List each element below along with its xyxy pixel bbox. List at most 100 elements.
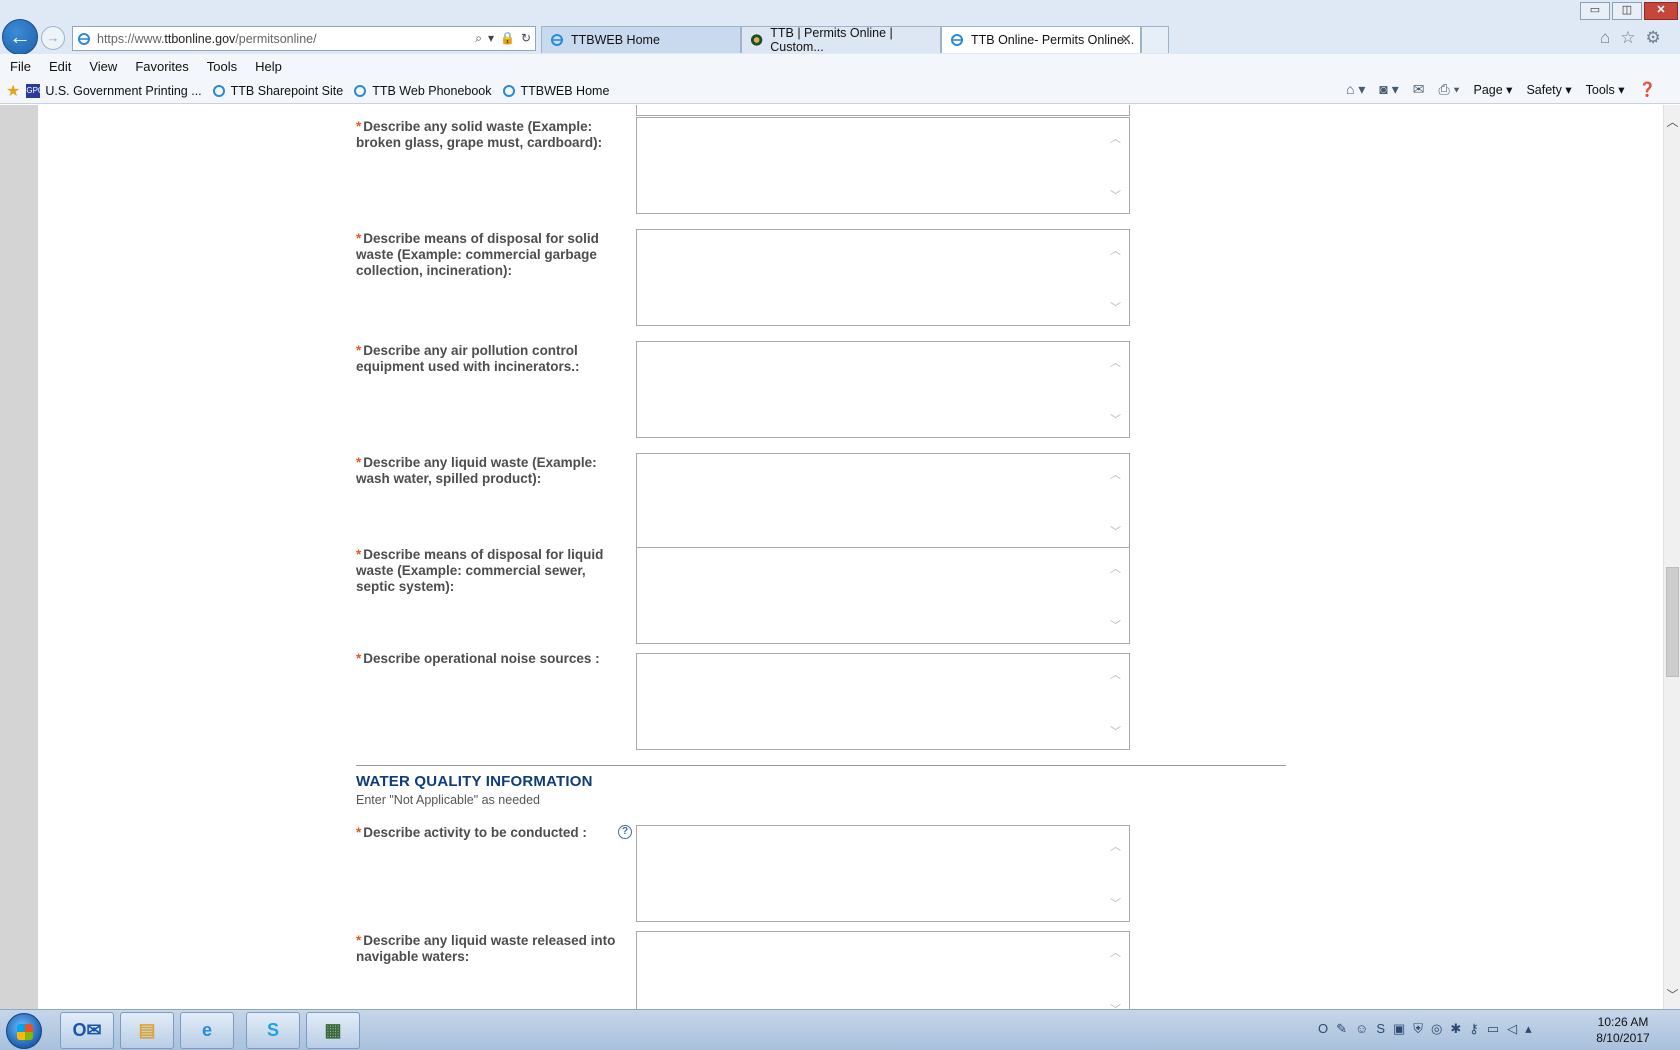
home-icon[interactable]: ⌂: [1600, 28, 1610, 48]
scroll-down-icon[interactable]: ﹀: [1110, 895, 1121, 911]
scroll-up-icon[interactable]: ︿: [1110, 944, 1121, 960]
taskbar-skype[interactable]: S: [246, 1012, 300, 1049]
tab-ttbweb-home[interactable]: TTBWEB Home: [541, 26, 741, 53]
minimize-button[interactable]: ▭: [1580, 2, 1610, 20]
lock-icon[interactable]: 🔒: [500, 31, 515, 46]
scroll-down-arrow-icon[interactable]: ﹀: [1664, 986, 1680, 1003]
scroll-up-icon[interactable]: ︿: [1110, 666, 1121, 682]
menu-tools[interactable]: Tools: [207, 59, 237, 74]
gear-icon[interactable]: ⚙: [1646, 28, 1661, 48]
scroll-down-icon[interactable]: ﹀: [1110, 411, 1121, 427]
refresh-icon[interactable]: ↻: [521, 31, 531, 46]
network-tray-icon[interactable]: ✱: [1450, 1021, 1461, 1037]
skype-icon: S: [266, 1020, 279, 1040]
gpo-logo-icon: GPO: [26, 83, 44, 98]
close-window-button[interactable]: ✕: [1644, 2, 1678, 20]
search-icon[interactable]: ⌕: [475, 31, 482, 46]
field-label-air-pollution: * Describe any air pollution control equi…: [356, 343, 580, 374]
scroll-up-icon[interactable]: ︿: [1110, 838, 1121, 854]
address-bar[interactable]: https://www.ttbonline.gov/permitsonline/…: [72, 26, 536, 51]
taskbar-file-explorer[interactable]: ▤: [120, 1012, 174, 1049]
textarea-solid-waste-disposal[interactable]: ︿ ﹀: [636, 229, 1130, 326]
menu-file[interactable]: File: [10, 59, 31, 74]
user-tray-icon[interactable]: ☺: [1355, 1021, 1368, 1037]
taskbar-clock[interactable]: 10:26 AM 8/10/2017: [1578, 1014, 1668, 1046]
page-left-gutter: [0, 105, 38, 1009]
previous-field-textarea[interactable]: [636, 105, 1130, 116]
browser-title-bar: ← → https://www.ttbonline.gov/permitsonl…: [0, 0, 1680, 55]
field-label-liquid-waste-disposal: * Describe means of disposal for liquid w…: [356, 547, 604, 594]
page-menu[interactable]: Page ▾: [1473, 82, 1512, 97]
tools-menu[interactable]: Tools ▾: [1586, 82, 1625, 97]
taskbar-app[interactable]: ▦: [306, 1012, 360, 1049]
display-tray-icon[interactable]: ▭: [1487, 1021, 1499, 1037]
pen-tray-icon[interactable]: ✎: [1336, 1021, 1347, 1037]
help-question-icon[interactable]: ?: [618, 825, 632, 839]
scroll-up-arrow-icon[interactable]: ︿: [1664, 113, 1680, 130]
tab-permits-online-active[interactable]: TTB Online- Permits Online... ✕: [941, 26, 1141, 53]
menu-edit[interactable]: Edit: [49, 59, 71, 74]
textarea-liquid-waste[interactable]: ︿ ﹀: [636, 453, 1130, 550]
favorite-ttb-phonebook[interactable]: TTB Web Phonebook: [353, 84, 492, 98]
scroll-down-icon[interactable]: ﹀: [1110, 523, 1121, 539]
ie-page-icon: [78, 32, 90, 45]
maximize-button[interactable]: ◫: [1612, 2, 1642, 20]
home-icon[interactable]: ⌂ ▾: [1346, 81, 1365, 98]
print-icon[interactable]: ⎙ ▾: [1439, 81, 1460, 98]
favorites-star-icon[interactable]: ★: [6, 81, 20, 101]
help-icon[interactable]: ❓: [1639, 81, 1656, 98]
scroll-up-icon[interactable]: ︿: [1110, 466, 1121, 482]
clock-time: 10:26 AM: [1597, 1015, 1649, 1029]
forward-button[interactable]: →: [41, 26, 65, 50]
scroll-down-icon[interactable]: ﹀: [1110, 617, 1121, 633]
scroll-down-icon[interactable]: ﹀: [1110, 723, 1121, 739]
tab-permits-online-custom[interactable]: TTB | Permits Online | Custom...: [741, 26, 941, 54]
textarea-noise-sources[interactable]: ︿ ﹀: [636, 653, 1130, 750]
windows-logo-icon: [17, 1024, 33, 1040]
menu-help[interactable]: Help: [255, 59, 282, 74]
scrollbar-thumb[interactable]: [1666, 567, 1679, 677]
scroll-up-icon[interactable]: ︿: [1110, 130, 1121, 146]
sync-tray-icon[interactable]: ◎: [1431, 1021, 1442, 1037]
menu-favorites[interactable]: Favorites: [135, 59, 188, 74]
page-scrollbar[interactable]: ︿ ﹀: [1663, 105, 1680, 1009]
textarea-navigable-waters[interactable]: ︿﹀: [636, 931, 1130, 1009]
scroll-up-icon[interactable]: ︿: [1110, 354, 1121, 370]
close-tab-icon[interactable]: ✕: [1120, 31, 1132, 48]
outlook-tray-icon[interactable]: O: [1318, 1021, 1328, 1037]
favorite-ttb-sharepoint[interactable]: TTB Sharepoint Site: [212, 84, 343, 98]
menu-view[interactable]: View: [89, 59, 117, 74]
command-bar: ⌂ ▾ ◙ ▾ ✉ ⎙ ▾ Page ▾ Safety ▾ Tools ▾ ❓: [1346, 81, 1656, 98]
scroll-down-icon[interactable]: ﹀: [1110, 187, 1121, 203]
page-content: * Describe any solid waste (Example: brok…: [38, 105, 1663, 1009]
scroll-down-icon[interactable]: ﹀: [1110, 1001, 1121, 1009]
outlook-icon: O✉: [72, 1020, 102, 1040]
url-text[interactable]: https://www.ttbonline.gov/permitsonline/: [97, 32, 317, 46]
key-tray-icon[interactable]: ⚷: [1469, 1021, 1479, 1037]
safety-menu[interactable]: Safety ▾: [1526, 82, 1571, 97]
favorites-star-icon[interactable]: ☆: [1620, 28, 1635, 48]
back-button[interactable]: ←: [2, 19, 38, 55]
chevron-down-icon[interactable]: ▾: [488, 31, 494, 46]
mail-icon[interactable]: ✉: [1413, 81, 1425, 98]
textarea-solid-waste[interactable]: ︿ ﹀: [636, 117, 1130, 214]
textarea-liquid-waste-disposal[interactable]: ︿ ﹀: [636, 547, 1130, 644]
textarea-activity[interactable]: ︿ ﹀: [636, 825, 1130, 922]
taskbar-internet-explorer[interactable]: e: [180, 1012, 234, 1049]
new-tab-button[interactable]: [1141, 26, 1169, 53]
textarea-air-pollution[interactable]: ︿ ﹀: [636, 341, 1130, 438]
start-button[interactable]: [6, 1013, 42, 1049]
taskbar-outlook[interactable]: O✉: [60, 1012, 114, 1049]
skype-tray-icon[interactable]: S: [1376, 1021, 1385, 1037]
drive-tray-icon[interactable]: ▣: [1393, 1021, 1405, 1037]
shield-tray-icon[interactable]: ⛨: [1413, 1021, 1423, 1037]
favorite-ttbweb-home[interactable]: TTBWEB Home: [502, 84, 609, 98]
scroll-down-icon[interactable]: ﹀: [1110, 299, 1121, 315]
field-label-liquid-waste: * Describe any liquid waste (Example: was…: [356, 455, 597, 486]
rss-feed-icon[interactable]: ◙ ▾: [1379, 81, 1398, 98]
scroll-up-icon[interactable]: ︿: [1110, 560, 1121, 576]
scroll-up-icon[interactable]: ︿: [1110, 242, 1121, 258]
show-hidden-icon[interactable]: ▴: [1525, 1021, 1532, 1037]
volume-tray-icon[interactable]: ◁: [1507, 1021, 1517, 1037]
favorite-gpo[interactable]: GPO U.S. Government Printing ...: [26, 83, 202, 98]
